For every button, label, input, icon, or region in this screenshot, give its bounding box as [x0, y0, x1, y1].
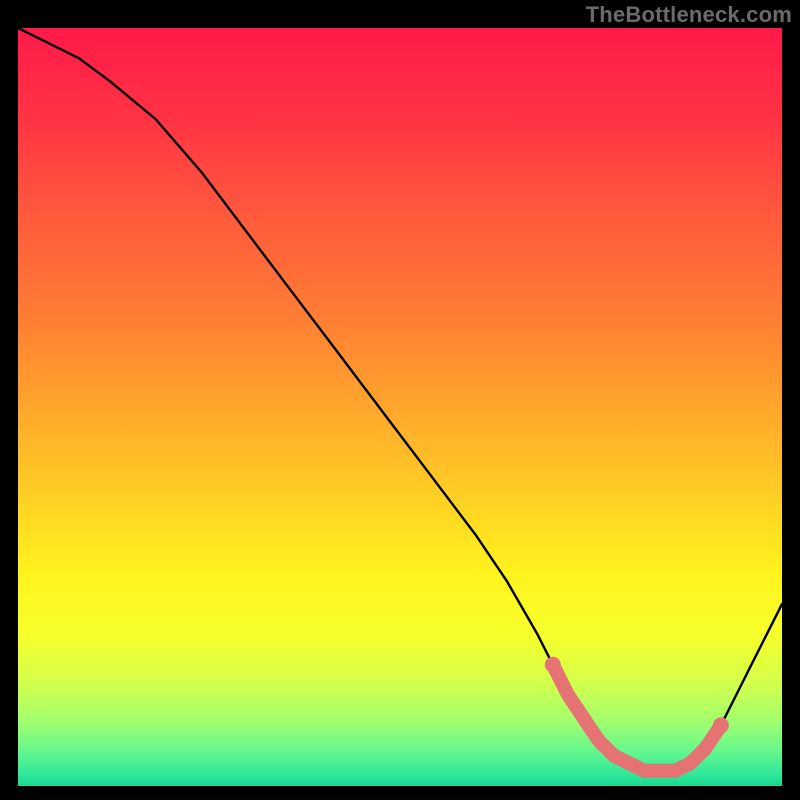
- bottleneck-chart: [0, 0, 800, 800]
- optimal-range-start-dot: [545, 657, 561, 673]
- plot-background: [18, 28, 782, 786]
- watermark: TheBottleneck.com: [586, 2, 792, 28]
- optimal-range-end-dot: [713, 717, 729, 733]
